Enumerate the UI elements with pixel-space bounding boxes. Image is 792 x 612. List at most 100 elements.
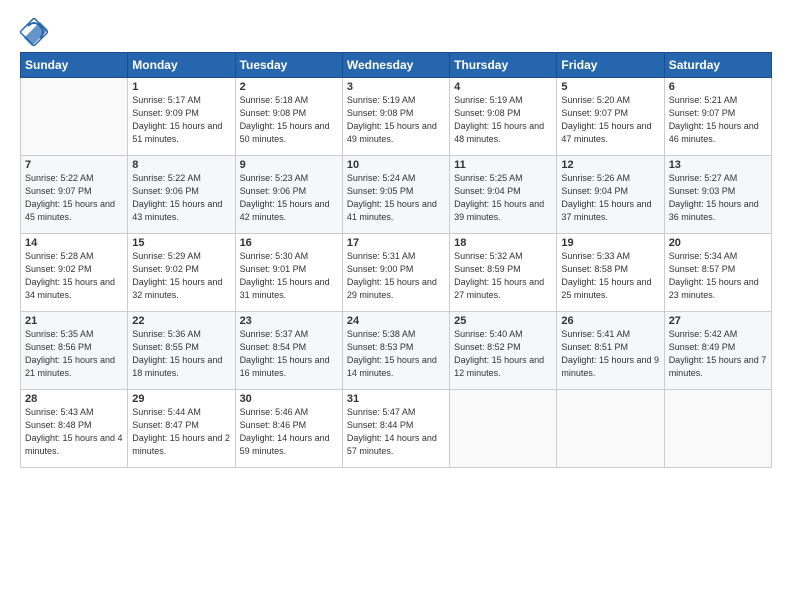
cell-info: Sunrise: 5:36 AM Sunset: 8:55 PM Dayligh… bbox=[132, 328, 230, 380]
header-row: SundayMondayTuesdayWednesdayThursdayFrid… bbox=[21, 53, 772, 78]
day-number: 1 bbox=[132, 81, 230, 93]
day-number: 7 bbox=[25, 159, 123, 171]
cell-info: Sunrise: 5:30 AM Sunset: 9:01 PM Dayligh… bbox=[240, 250, 338, 302]
day-number: 5 bbox=[561, 81, 659, 93]
cell-info: Sunrise: 5:23 AM Sunset: 9:06 PM Dayligh… bbox=[240, 172, 338, 224]
calendar-cell: 11Sunrise: 5:25 AM Sunset: 9:04 PM Dayli… bbox=[450, 156, 557, 234]
calendar-cell: 18Sunrise: 5:32 AM Sunset: 8:59 PM Dayli… bbox=[450, 234, 557, 312]
calendar-week-row: 28Sunrise: 5:43 AM Sunset: 8:48 PM Dayli… bbox=[21, 390, 772, 468]
day-number: 18 bbox=[454, 237, 552, 249]
calendar-cell: 19Sunrise: 5:33 AM Sunset: 8:58 PM Dayli… bbox=[557, 234, 664, 312]
cell-info: Sunrise: 5:28 AM Sunset: 9:02 PM Dayligh… bbox=[25, 250, 123, 302]
logo bbox=[20, 18, 52, 46]
weekday-header: Saturday bbox=[664, 53, 771, 78]
calendar-cell: 3Sunrise: 5:19 AM Sunset: 9:08 PM Daylig… bbox=[342, 78, 449, 156]
cell-info: Sunrise: 5:24 AM Sunset: 9:05 PM Dayligh… bbox=[347, 172, 445, 224]
cell-info: Sunrise: 5:46 AM Sunset: 8:46 PM Dayligh… bbox=[240, 406, 338, 458]
weekday-header: Wednesday bbox=[342, 53, 449, 78]
cell-info: Sunrise: 5:18 AM Sunset: 9:08 PM Dayligh… bbox=[240, 94, 338, 146]
cell-info: Sunrise: 5:38 AM Sunset: 8:53 PM Dayligh… bbox=[347, 328, 445, 380]
calendar-week-row: 14Sunrise: 5:28 AM Sunset: 9:02 PM Dayli… bbox=[21, 234, 772, 312]
day-number: 15 bbox=[132, 237, 230, 249]
calendar-cell bbox=[450, 390, 557, 468]
day-number: 2 bbox=[240, 81, 338, 93]
cell-info: Sunrise: 5:35 AM Sunset: 8:56 PM Dayligh… bbox=[25, 328, 123, 380]
weekday-header: Thursday bbox=[450, 53, 557, 78]
day-number: 31 bbox=[347, 393, 445, 405]
calendar-cell: 10Sunrise: 5:24 AM Sunset: 9:05 PM Dayli… bbox=[342, 156, 449, 234]
day-number: 10 bbox=[347, 159, 445, 171]
calendar-cell: 13Sunrise: 5:27 AM Sunset: 9:03 PM Dayli… bbox=[664, 156, 771, 234]
header bbox=[20, 18, 772, 46]
day-number: 12 bbox=[561, 159, 659, 171]
day-number: 26 bbox=[561, 315, 659, 327]
cell-info: Sunrise: 5:22 AM Sunset: 9:07 PM Dayligh… bbox=[25, 172, 123, 224]
calendar-cell: 20Sunrise: 5:34 AM Sunset: 8:57 PM Dayli… bbox=[664, 234, 771, 312]
cell-info: Sunrise: 5:32 AM Sunset: 8:59 PM Dayligh… bbox=[454, 250, 552, 302]
calendar-cell: 25Sunrise: 5:40 AM Sunset: 8:52 PM Dayli… bbox=[450, 312, 557, 390]
calendar-table: SundayMondayTuesdayWednesdayThursdayFrid… bbox=[20, 52, 772, 468]
calendar-cell: 22Sunrise: 5:36 AM Sunset: 8:55 PM Dayli… bbox=[128, 312, 235, 390]
calendar-cell: 24Sunrise: 5:38 AM Sunset: 8:53 PM Dayli… bbox=[342, 312, 449, 390]
day-number: 19 bbox=[561, 237, 659, 249]
calendar-cell: 21Sunrise: 5:35 AM Sunset: 8:56 PM Dayli… bbox=[21, 312, 128, 390]
day-number: 21 bbox=[25, 315, 123, 327]
cell-info: Sunrise: 5:34 AM Sunset: 8:57 PM Dayligh… bbox=[669, 250, 767, 302]
cell-info: Sunrise: 5:40 AM Sunset: 8:52 PM Dayligh… bbox=[454, 328, 552, 380]
calendar-cell: 4Sunrise: 5:19 AM Sunset: 9:08 PM Daylig… bbox=[450, 78, 557, 156]
calendar-cell: 5Sunrise: 5:20 AM Sunset: 9:07 PM Daylig… bbox=[557, 78, 664, 156]
day-number: 22 bbox=[132, 315, 230, 327]
calendar-week-row: 7Sunrise: 5:22 AM Sunset: 9:07 PM Daylig… bbox=[21, 156, 772, 234]
day-number: 30 bbox=[240, 393, 338, 405]
weekday-header: Monday bbox=[128, 53, 235, 78]
day-number: 11 bbox=[454, 159, 552, 171]
calendar-cell: 15Sunrise: 5:29 AM Sunset: 9:02 PM Dayli… bbox=[128, 234, 235, 312]
cell-info: Sunrise: 5:33 AM Sunset: 8:58 PM Dayligh… bbox=[561, 250, 659, 302]
calendar-cell: 28Sunrise: 5:43 AM Sunset: 8:48 PM Dayli… bbox=[21, 390, 128, 468]
cell-info: Sunrise: 5:26 AM Sunset: 9:04 PM Dayligh… bbox=[561, 172, 659, 224]
weekday-header: Friday bbox=[557, 53, 664, 78]
cell-info: Sunrise: 5:19 AM Sunset: 9:08 PM Dayligh… bbox=[454, 94, 552, 146]
cell-info: Sunrise: 5:43 AM Sunset: 8:48 PM Dayligh… bbox=[25, 406, 123, 458]
day-number: 28 bbox=[25, 393, 123, 405]
calendar-week-row: 1Sunrise: 5:17 AM Sunset: 9:09 PM Daylig… bbox=[21, 78, 772, 156]
day-number: 6 bbox=[669, 81, 767, 93]
calendar-week-row: 21Sunrise: 5:35 AM Sunset: 8:56 PM Dayli… bbox=[21, 312, 772, 390]
calendar-cell bbox=[21, 78, 128, 156]
cell-info: Sunrise: 5:29 AM Sunset: 9:02 PM Dayligh… bbox=[132, 250, 230, 302]
cell-info: Sunrise: 5:25 AM Sunset: 9:04 PM Dayligh… bbox=[454, 172, 552, 224]
day-number: 27 bbox=[669, 315, 767, 327]
logo-icon bbox=[20, 18, 48, 46]
day-number: 24 bbox=[347, 315, 445, 327]
calendar-cell: 1Sunrise: 5:17 AM Sunset: 9:09 PM Daylig… bbox=[128, 78, 235, 156]
day-number: 17 bbox=[347, 237, 445, 249]
calendar-cell: 8Sunrise: 5:22 AM Sunset: 9:06 PM Daylig… bbox=[128, 156, 235, 234]
cell-info: Sunrise: 5:31 AM Sunset: 9:00 PM Dayligh… bbox=[347, 250, 445, 302]
cell-info: Sunrise: 5:27 AM Sunset: 9:03 PM Dayligh… bbox=[669, 172, 767, 224]
calendar-cell: 16Sunrise: 5:30 AM Sunset: 9:01 PM Dayli… bbox=[235, 234, 342, 312]
calendar-cell: 23Sunrise: 5:37 AM Sunset: 8:54 PM Dayli… bbox=[235, 312, 342, 390]
cell-info: Sunrise: 5:44 AM Sunset: 8:47 PM Dayligh… bbox=[132, 406, 230, 458]
calendar-cell: 30Sunrise: 5:46 AM Sunset: 8:46 PM Dayli… bbox=[235, 390, 342, 468]
calendar-cell bbox=[664, 390, 771, 468]
day-number: 20 bbox=[669, 237, 767, 249]
calendar-cell: 29Sunrise: 5:44 AM Sunset: 8:47 PM Dayli… bbox=[128, 390, 235, 468]
cell-info: Sunrise: 5:47 AM Sunset: 8:44 PM Dayligh… bbox=[347, 406, 445, 458]
day-number: 25 bbox=[454, 315, 552, 327]
cell-info: Sunrise: 5:37 AM Sunset: 8:54 PM Dayligh… bbox=[240, 328, 338, 380]
day-number: 14 bbox=[25, 237, 123, 249]
cell-info: Sunrise: 5:21 AM Sunset: 9:07 PM Dayligh… bbox=[669, 94, 767, 146]
cell-info: Sunrise: 5:42 AM Sunset: 8:49 PM Dayligh… bbox=[669, 328, 767, 380]
cell-info: Sunrise: 5:20 AM Sunset: 9:07 PM Dayligh… bbox=[561, 94, 659, 146]
day-number: 29 bbox=[132, 393, 230, 405]
cell-info: Sunrise: 5:19 AM Sunset: 9:08 PM Dayligh… bbox=[347, 94, 445, 146]
cell-info: Sunrise: 5:22 AM Sunset: 9:06 PM Dayligh… bbox=[132, 172, 230, 224]
day-number: 23 bbox=[240, 315, 338, 327]
day-number: 13 bbox=[669, 159, 767, 171]
calendar-cell: 6Sunrise: 5:21 AM Sunset: 9:07 PM Daylig… bbox=[664, 78, 771, 156]
weekday-header: Tuesday bbox=[235, 53, 342, 78]
calendar-cell: 2Sunrise: 5:18 AM Sunset: 9:08 PM Daylig… bbox=[235, 78, 342, 156]
calendar-cell bbox=[557, 390, 664, 468]
calendar-cell: 9Sunrise: 5:23 AM Sunset: 9:06 PM Daylig… bbox=[235, 156, 342, 234]
day-number: 3 bbox=[347, 81, 445, 93]
